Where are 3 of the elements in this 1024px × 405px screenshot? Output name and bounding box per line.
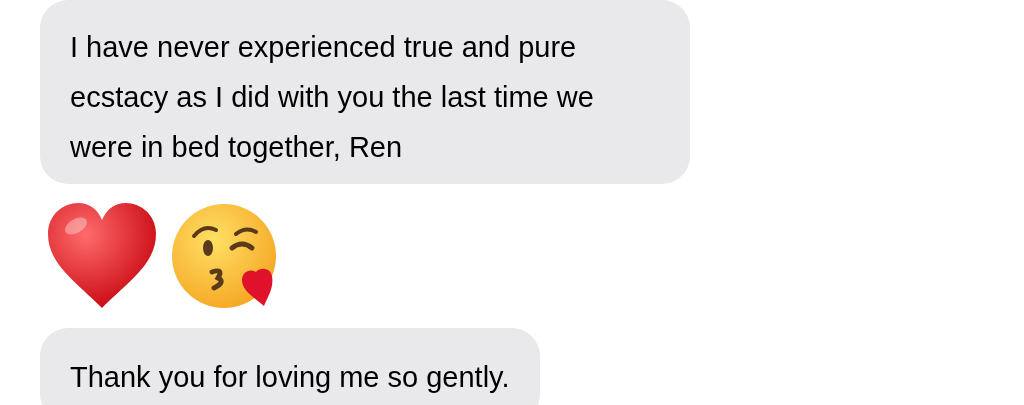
message-bubble: I have never experienced true and pure ecstacy as I did with you the last time we were in bed together, Ren: [40, 0, 690, 184]
heart-icon: [46, 202, 158, 310]
message-bubble: Thank you for loving me so gently.: [40, 328, 540, 405]
